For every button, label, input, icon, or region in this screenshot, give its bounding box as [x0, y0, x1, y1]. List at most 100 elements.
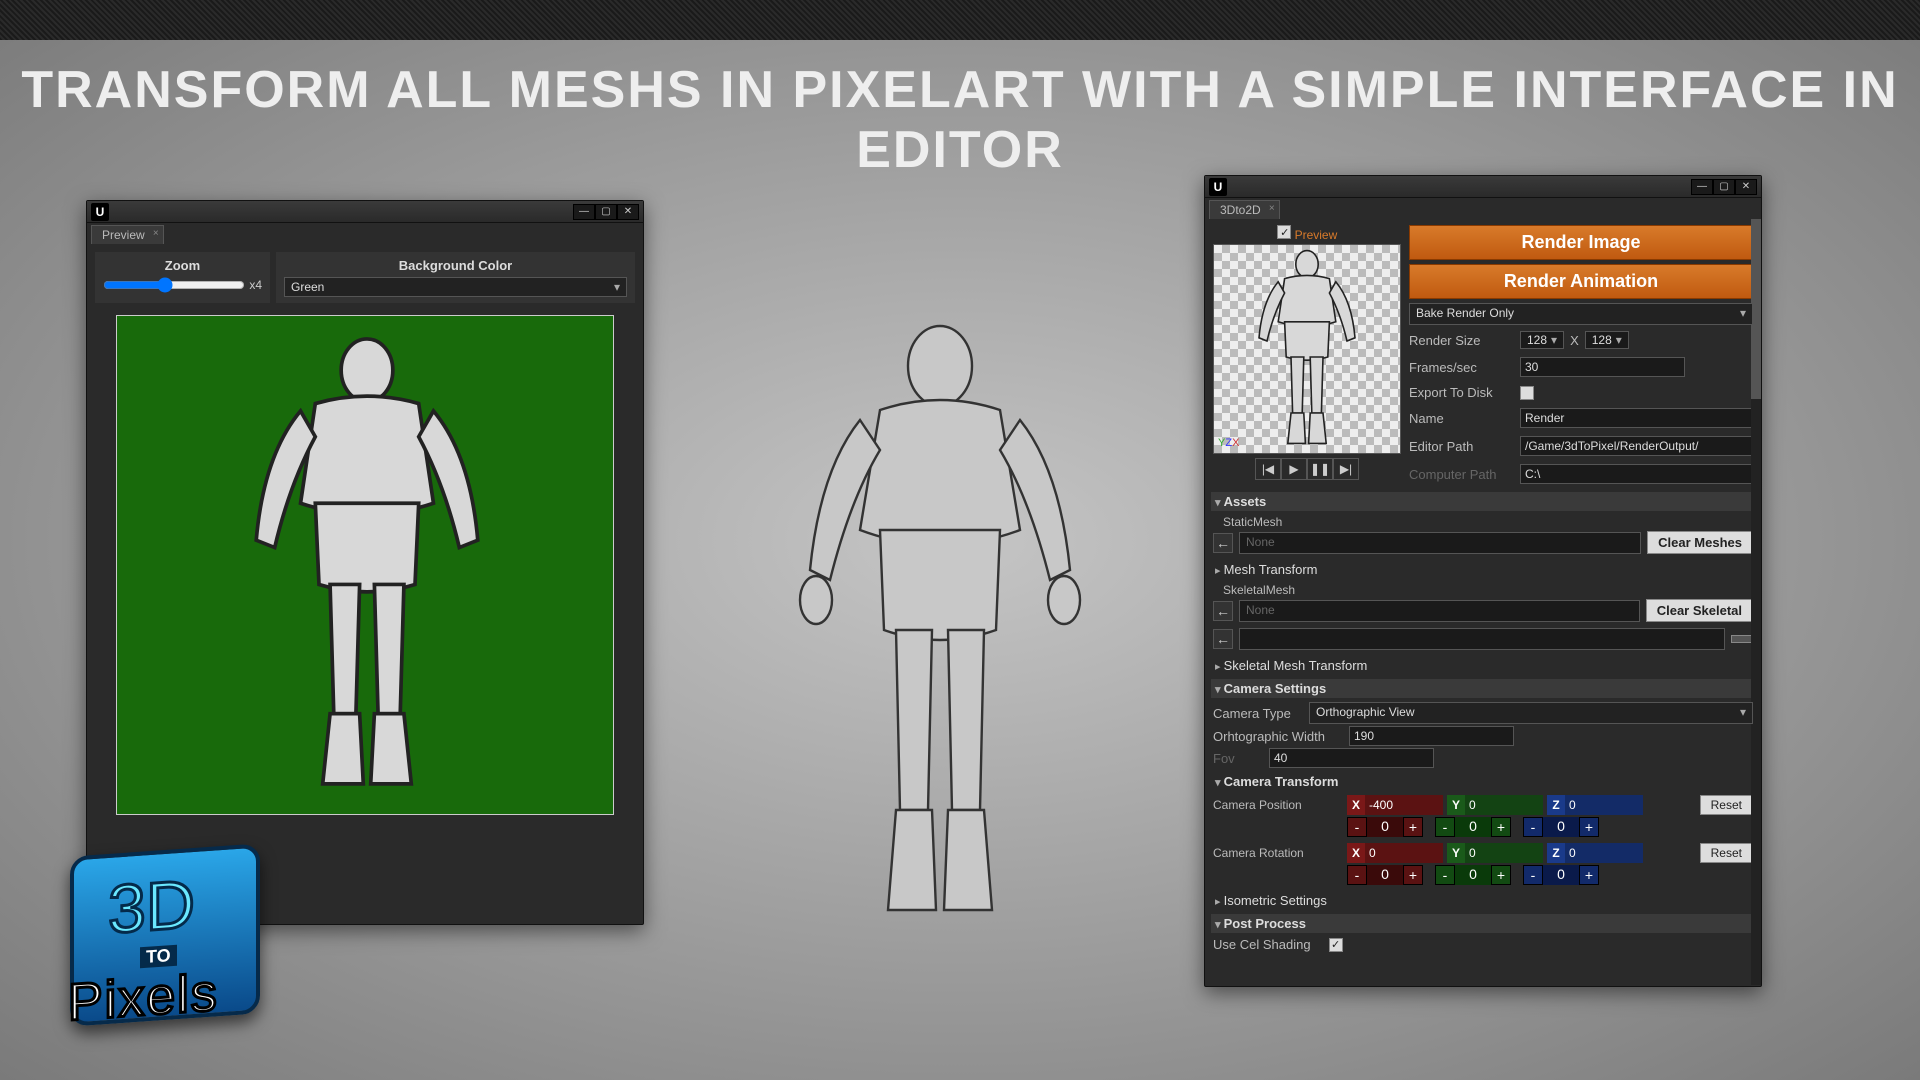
ortho-width-input[interactable]	[1349, 726, 1514, 746]
back-arrow-icon[interactable]: ←	[1213, 533, 1233, 553]
close-icon[interactable]: ×	[153, 228, 159, 239]
top-stripe	[0, 0, 1920, 40]
close-button[interactable]: ✕	[617, 204, 639, 220]
computer-path-input	[1520, 464, 1753, 484]
reset-position-button[interactable]: Reset	[1700, 795, 1753, 815]
clear-skeletal-button[interactable]: Clear Skeletal	[1646, 599, 1753, 622]
tab-preview[interactable]: Preview×	[91, 225, 164, 244]
pos-y-minus[interactable]: -	[1435, 817, 1455, 837]
zoom-value: x4	[249, 278, 262, 292]
bgcolor-dropdown[interactable]: Green	[284, 277, 627, 297]
zoom-slider[interactable]	[103, 277, 245, 293]
rot-x-input[interactable]	[1365, 843, 1443, 863]
editor-path-label: Editor Path	[1409, 439, 1514, 454]
page-headline: TRANSFORM ALL MESHS IN PIXELART WITH A S…	[0, 60, 1920, 180]
zoom-label: Zoom	[103, 258, 262, 273]
minimize-button[interactable]: —	[573, 204, 595, 220]
rot-z-input[interactable]	[1565, 843, 1643, 863]
clear-anim-button	[1731, 635, 1753, 643]
section-camera-transform[interactable]: Camera Transform	[1211, 772, 1755, 791]
section-assets[interactable]: Assets	[1211, 492, 1755, 511]
rot-y-minus[interactable]: -	[1435, 865, 1455, 885]
fov-label: Fov	[1213, 751, 1263, 766]
section-isometric[interactable]: Isometric Settings	[1211, 891, 1755, 910]
fps-label: Frames/sec	[1409, 360, 1514, 375]
render-height-dropdown[interactable]: 128	[1585, 331, 1629, 349]
product-logo: 3D TO Pixels	[60, 850, 280, 1050]
pos-x-minus[interactable]: -	[1347, 817, 1367, 837]
skeletalmesh-label: SkeletalMesh	[1223, 583, 1753, 597]
staticmesh-label: StaticMesh	[1223, 515, 1753, 529]
pos-x-plus[interactable]: +	[1403, 817, 1423, 837]
pos-y-plus[interactable]: +	[1491, 817, 1511, 837]
minimize-button[interactable]: —	[1691, 179, 1713, 195]
pos-x-input[interactable]	[1365, 795, 1443, 815]
clear-meshes-button[interactable]: Clear Meshes	[1647, 531, 1753, 554]
render-width-dropdown[interactable]: 128	[1520, 331, 1564, 349]
pos-z-step: 0	[1543, 817, 1579, 837]
pos-z-plus[interactable]: +	[1579, 817, 1599, 837]
play-button[interactable]: ▶	[1281, 458, 1307, 480]
rot-z-plus[interactable]: +	[1579, 865, 1599, 885]
pos-y-input[interactable]	[1465, 795, 1543, 815]
pos-z-input[interactable]	[1565, 795, 1643, 815]
close-icon[interactable]: ×	[1269, 203, 1275, 214]
render-size-label: Render Size	[1409, 333, 1514, 348]
rot-x-plus[interactable]: +	[1403, 865, 1423, 885]
maximize-button[interactable]: ▢	[595, 204, 617, 220]
preview-thumbnail[interactable]: YZX	[1213, 244, 1401, 454]
staticmesh-field[interactable]: None	[1239, 532, 1641, 554]
section-skeletal-transform[interactable]: Skeletal Mesh Transform	[1211, 656, 1755, 675]
camera-type-label: Camera Type	[1213, 706, 1303, 721]
center-3d-model	[730, 310, 1150, 950]
render-image-button[interactable]: Render Image	[1409, 225, 1753, 260]
reset-rotation-button[interactable]: Reset	[1700, 843, 1753, 863]
size-separator: X	[1570, 333, 1579, 348]
editor-path-input[interactable]	[1520, 436, 1753, 456]
section-mesh-transform[interactable]: Mesh Transform	[1211, 560, 1755, 579]
settings-titlebar[interactable]: U — ▢ ✕	[1205, 176, 1761, 198]
section-post-process[interactable]: Post Process	[1211, 914, 1755, 933]
pixel-viewport[interactable]	[116, 315, 614, 815]
rot-x-step: 0	[1367, 865, 1403, 885]
fps-input[interactable]	[1520, 357, 1685, 377]
back-arrow-icon[interactable]: ←	[1213, 601, 1233, 621]
tab-3dto2d[interactable]: 3Dto2D×	[1209, 200, 1280, 219]
name-input[interactable]	[1520, 408, 1753, 428]
pos-y-step: 0	[1455, 817, 1491, 837]
pos-z-minus[interactable]: -	[1523, 817, 1543, 837]
rot-y-step: 0	[1455, 865, 1491, 885]
anim-field[interactable]	[1239, 628, 1725, 650]
unreal-logo-icon: U	[91, 203, 109, 221]
rot-x-minus[interactable]: -	[1347, 865, 1367, 885]
rot-z-minus[interactable]: -	[1523, 865, 1543, 885]
cel-shading-checkbox[interactable]	[1329, 938, 1343, 952]
camera-position-label: Camera Position	[1213, 798, 1343, 812]
scrollbar-track[interactable]	[1751, 219, 1761, 985]
render-animation-button[interactable]: Render Animation	[1409, 264, 1753, 299]
unreal-logo-icon: U	[1209, 178, 1227, 196]
export-label: Export To Disk	[1409, 385, 1514, 400]
settings-window: U — ▢ ✕ 3Dto2D× Preview	[1204, 175, 1762, 987]
back-arrow-icon[interactable]: ←	[1213, 629, 1233, 649]
rot-y-plus[interactable]: +	[1491, 865, 1511, 885]
fov-input	[1269, 748, 1434, 768]
camera-rotation-label: Camera Rotation	[1213, 846, 1343, 860]
bake-mode-dropdown[interactable]: Bake Render Only	[1409, 303, 1753, 325]
axis-gizmo-icon: YZX	[1218, 437, 1239, 449]
rot-y-input[interactable]	[1465, 843, 1543, 863]
section-camera[interactable]: Camera Settings	[1211, 679, 1755, 698]
pos-x-step: 0	[1367, 817, 1403, 837]
maximize-button[interactable]: ▢	[1713, 179, 1735, 195]
camera-type-dropdown[interactable]: Orthographic View	[1309, 702, 1753, 724]
skip-back-button[interactable]: |◀	[1255, 458, 1281, 480]
preview-titlebar[interactable]: U — ▢ ✕	[87, 201, 643, 223]
skip-forward-button[interactable]: ▶|	[1333, 458, 1359, 480]
computer-path-label: Computer Path	[1409, 467, 1514, 482]
export-checkbox[interactable]	[1520, 386, 1534, 400]
close-button[interactable]: ✕	[1735, 179, 1757, 195]
preview-checkbox[interactable]	[1277, 225, 1291, 239]
skeletalmesh-field[interactable]: None	[1239, 600, 1640, 622]
pause-button[interactable]: ❚❚	[1307, 458, 1333, 480]
preview-check-label: Preview	[1295, 228, 1338, 242]
